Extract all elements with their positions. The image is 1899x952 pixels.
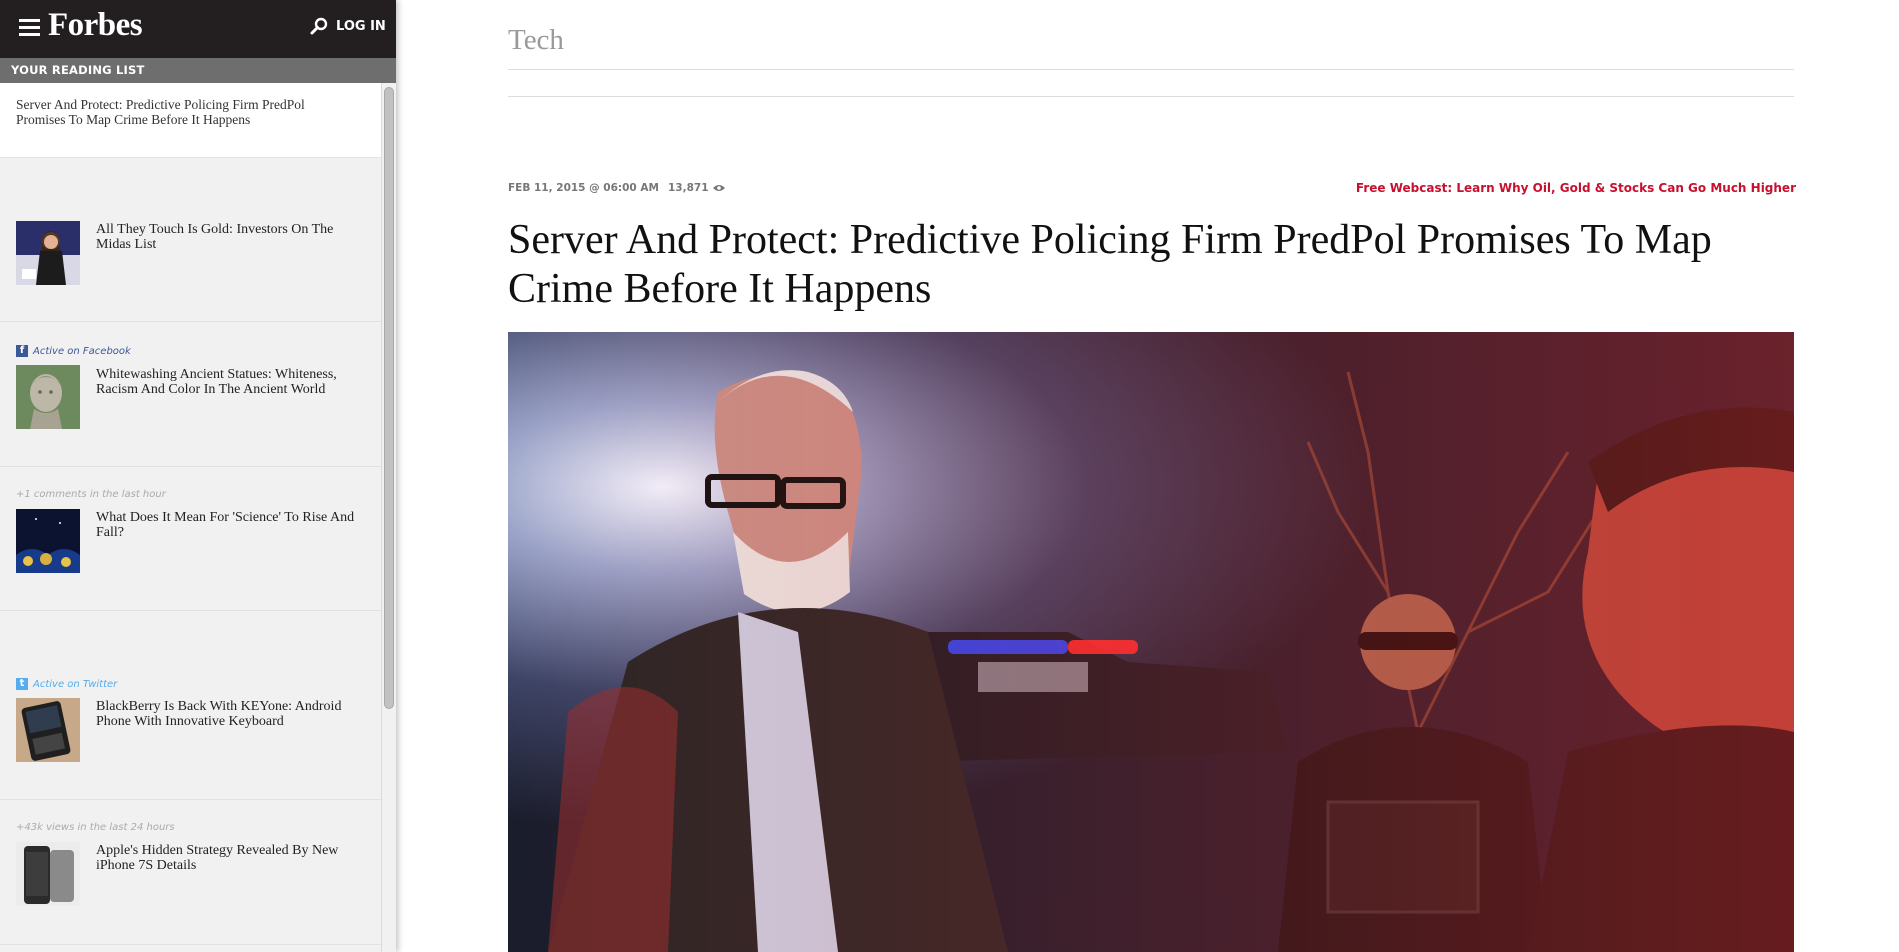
facebook-icon: f bbox=[16, 345, 28, 357]
divider bbox=[508, 96, 1794, 97]
list-item-meta-text: Active on Twitter bbox=[33, 678, 118, 690]
reading-list-sidebar: Forbes LOG IN YOUR READING LIST Server A… bbox=[0, 0, 396, 952]
list-item-meta-text: +43k views in the last 24 hours bbox=[16, 822, 175, 833]
list-item-title[interactable]: BlackBerry Is Back With KEYone: Android … bbox=[96, 699, 366, 729]
list-item-meta: t Active on Twitter bbox=[16, 678, 117, 690]
login-label: LOG IN bbox=[336, 18, 386, 34]
article-thumbnail bbox=[16, 842, 80, 906]
list-item[interactable]: f Active on Facebook Whitewashing Ancien… bbox=[0, 322, 381, 467]
list-item-title[interactable]: Whitewashing Ancient Statues: Whiteness,… bbox=[96, 367, 366, 397]
article-thumbnail bbox=[16, 365, 80, 429]
hamburger-menu-icon[interactable] bbox=[19, 19, 40, 36]
article-thumbnail bbox=[16, 509, 80, 573]
article-date: FEB 11, 2015 @ 06:00 AM bbox=[508, 182, 659, 194]
list-item-title[interactable]: Apple's Hidden Strategy Revealed By New … bbox=[96, 843, 366, 873]
list-item[interactable]: All They Touch Is Gold: Investors On The… bbox=[0, 200, 381, 322]
view-count-value: 13,871 bbox=[668, 182, 709, 194]
divider bbox=[508, 69, 1794, 70]
top-bar: Forbes LOG IN bbox=[0, 0, 396, 58]
search-icon bbox=[310, 17, 328, 35]
article-main: Tech FEB 11, 2015 @ 06:00 AM 13,871 Free… bbox=[396, 0, 1899, 952]
article-hero-image[interactable] bbox=[508, 332, 1794, 952]
article-headline: Server And Protect: Predictive Policing … bbox=[508, 217, 1712, 312]
reading-list: Server And Protect: Predictive Policing … bbox=[0, 83, 396, 952]
list-item[interactable]: +1 comments in the last hour What Does I… bbox=[0, 467, 381, 611]
list-item[interactable]: +43k views in the last 24 hours Apple's … bbox=[0, 800, 381, 945]
list-item-meta-text: Active on Facebook bbox=[33, 345, 131, 357]
article-thumbnail bbox=[16, 698, 80, 762]
article-thumbnail bbox=[16, 221, 80, 285]
reading-list-heading: YOUR READING LIST bbox=[0, 58, 396, 83]
list-item[interactable]: t Active on Twitter BlackBerry Is Back W… bbox=[0, 611, 381, 800]
list-item-meta: f Active on Facebook bbox=[16, 345, 131, 357]
scrollbar-thumb[interactable] bbox=[384, 87, 394, 709]
reading-list-current-item[interactable]: Server And Protect: Predictive Policing … bbox=[0, 83, 381, 158]
list-item-meta: +1 comments in the last hour bbox=[16, 489, 166, 500]
list-item-title[interactable]: All They Touch Is Gold: Investors On The… bbox=[96, 222, 366, 252]
promo-link[interactable]: Free Webcast: Learn Why Oil, Gold & Stoc… bbox=[1356, 181, 1796, 195]
forbes-logo[interactable]: Forbes bbox=[48, 7, 143, 44]
list-item-title[interactable]: What Does It Mean For 'Science' To Rise … bbox=[96, 510, 366, 540]
section-title[interactable]: Tech bbox=[508, 24, 564, 57]
list-item-meta-text: +1 comments in the last hour bbox=[16, 489, 166, 500]
twitter-icon: t bbox=[16, 678, 28, 690]
list-item-meta: +43k views in the last 24 hours bbox=[16, 822, 175, 833]
eye-icon bbox=[712, 185, 725, 191]
view-count: 13,871 bbox=[668, 182, 725, 194]
login-button[interactable]: LOG IN bbox=[310, 17, 386, 35]
current-item-title[interactable]: Server And Protect: Predictive Policing … bbox=[16, 97, 351, 127]
